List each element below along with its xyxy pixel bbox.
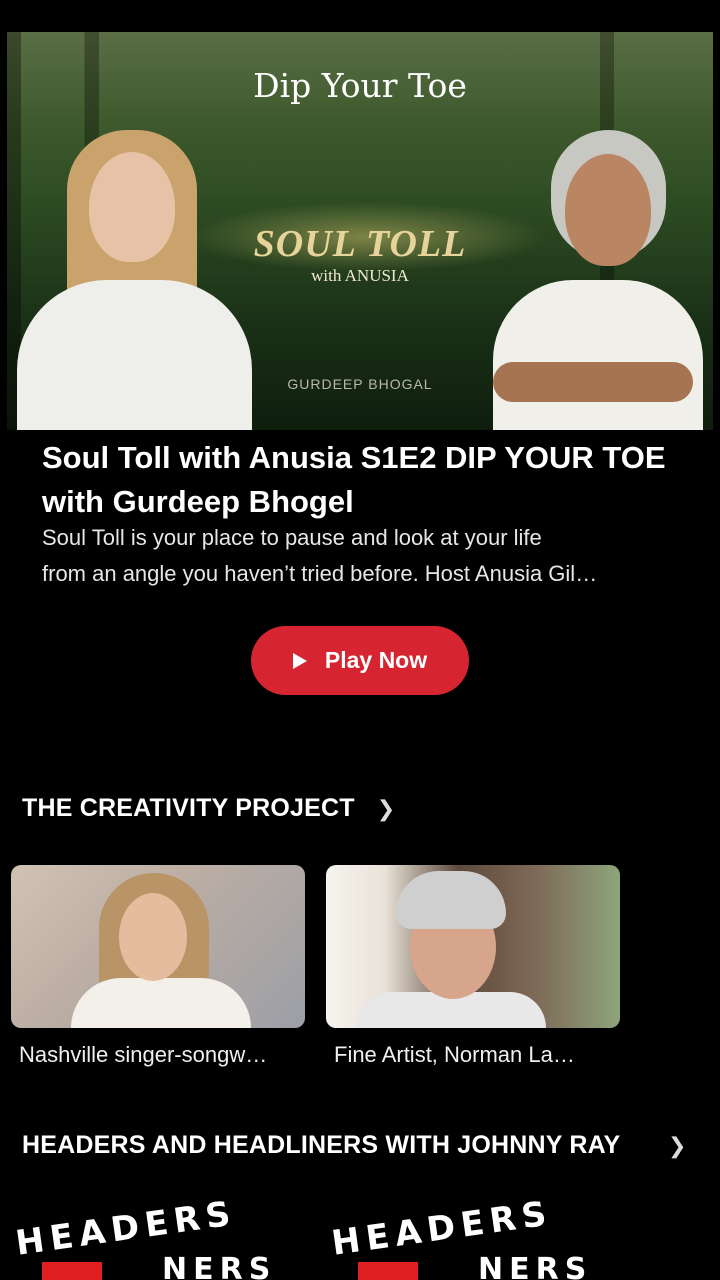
host-portrait [483,130,703,430]
featured-hero-image[interactable]: Dip Your Toe SOUL TOLL with ANUSIA GURDE… [7,32,713,430]
episode-description-line: from an angle you haven’t tried before. … [42,561,598,586]
logo-text: NERS [162,1252,277,1280]
chevron-right-icon[interactable]: ❯ [377,796,396,822]
section-header-headers-and-headliners[interactable]: HEADERS AND HEADLINERS WITH JOHNNY RAY ❯ [22,1131,687,1160]
video-caption[interactable]: Fine Artist, Norman La… [334,1042,620,1068]
show-logo-tile[interactable]: HEADERS NERS [328,1200,628,1280]
section-header-creativity-project[interactable]: THE CREATIVITY PROJECT ❯ [22,794,395,823]
video-caption[interactable]: Nashville singer-songw… [19,1042,305,1068]
section-title: THE CREATIVITY PROJECT [22,794,355,822]
hero-banner-title: Dip Your Toe [253,66,467,105]
section-title: HEADERS AND HEADLINERS WITH JOHNNY RAY [22,1131,621,1159]
show-logo-tile[interactable]: HEADERS NERS [12,1200,312,1280]
episode-title: Soul Toll with Anusia S1E2 DIP YOUR TOE … [42,440,666,519]
play-now-button[interactable]: Play Now [251,626,469,695]
play-now-label: Play Now [324,647,428,673]
episode-description-line: Soul Toll is your place to pause and loo… [42,525,542,550]
episode-description: Soul Toll is your place to pause and loo… [42,520,678,592]
video-thumbnail[interactable] [326,865,620,1028]
video-card[interactable]: Nashville singer-songw… [11,865,305,1068]
video-card[interactable]: Fine Artist, Norman La… [326,865,620,1068]
guest-portrait [17,130,257,430]
video-thumbnail[interactable] [11,865,305,1028]
chevron-right-icon[interactable]: ❯ [668,1133,687,1159]
logo-accent [358,1262,418,1280]
play-icon [292,652,307,669]
logo-text: NERS [478,1252,593,1280]
logo-accent [42,1262,102,1280]
